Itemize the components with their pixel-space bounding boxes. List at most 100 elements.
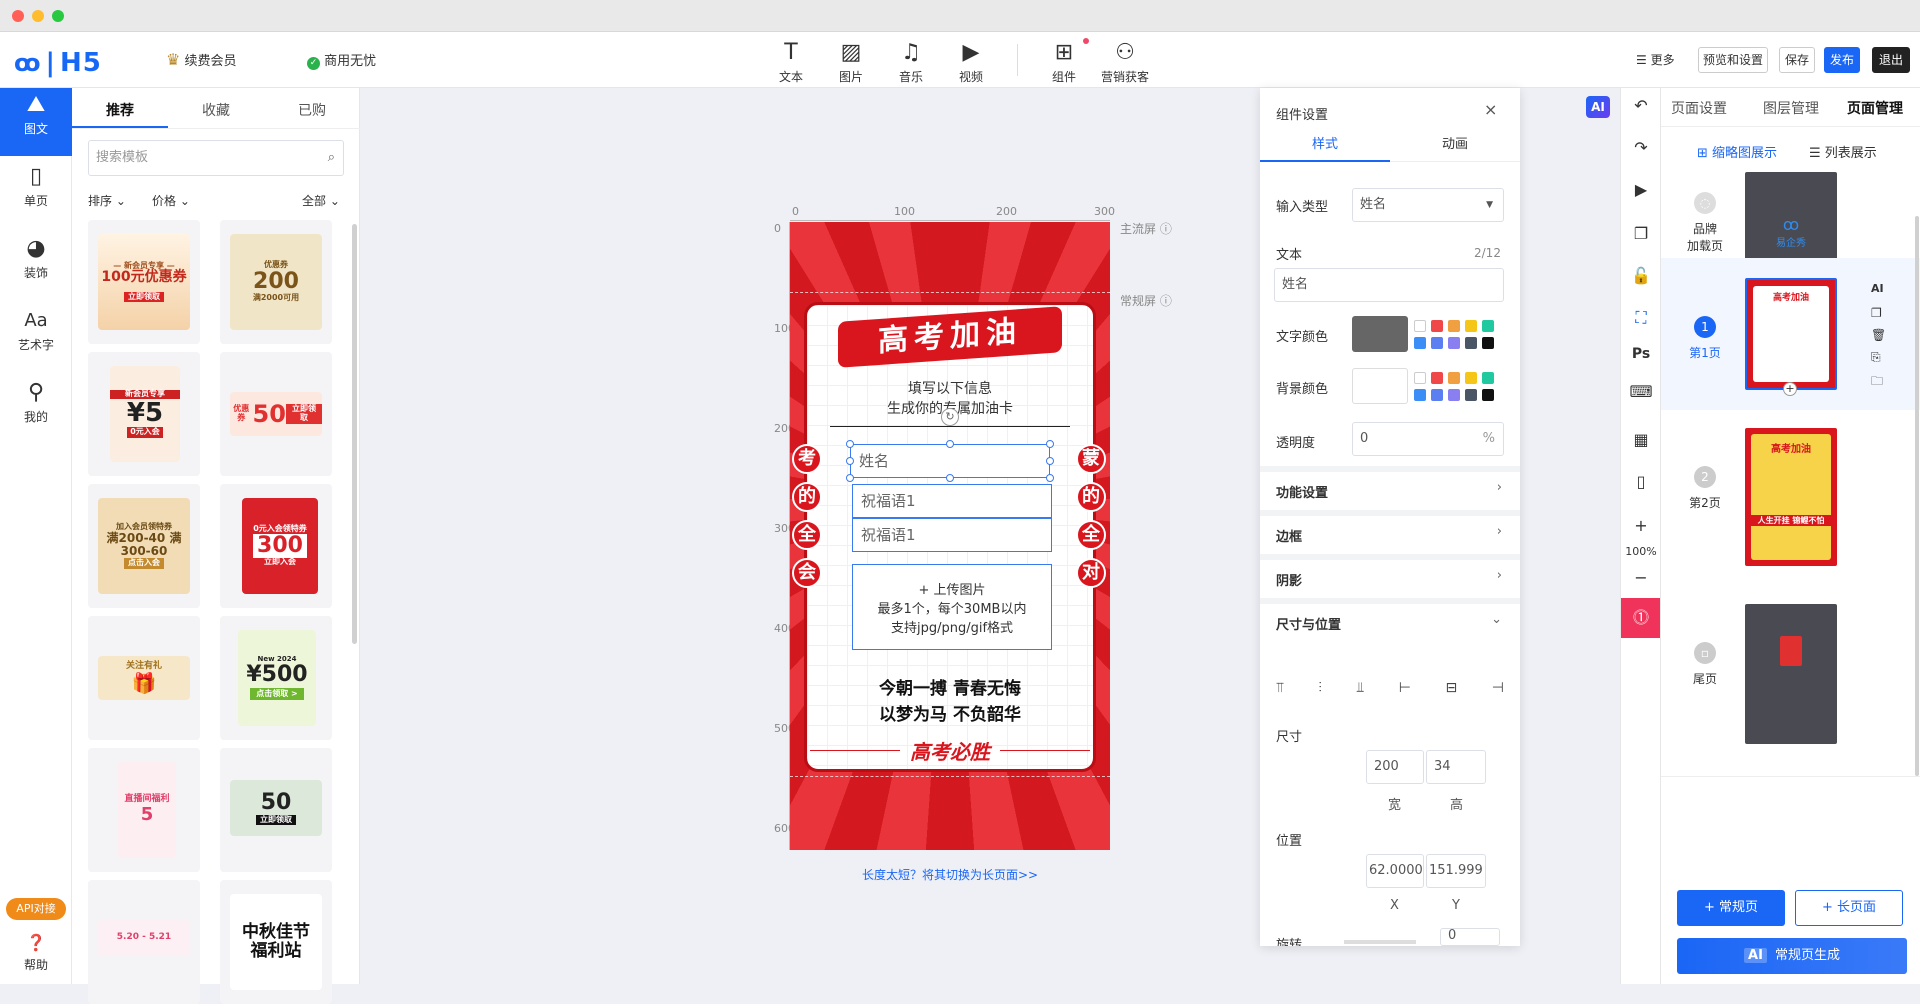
- panel-scrollbar[interactable]: [352, 224, 357, 644]
- resize-handle[interactable]: [1046, 474, 1054, 482]
- tab-page-management[interactable]: 页面管理: [1847, 98, 1903, 118]
- align-top-icon[interactable]: ⫪: [1276, 680, 1284, 696]
- page-thumb-1[interactable]: 高考加油: [1745, 278, 1837, 390]
- rotate-handle-icon[interactable]: ↻: [941, 408, 959, 426]
- poster-prompt-1[interactable]: 填写以下信息: [790, 378, 1110, 398]
- resize-handle[interactable]: [846, 474, 854, 482]
- left-vertical-text[interactable]: 考 的 全 会: [792, 444, 824, 588]
- bg-color-palette[interactable]: [1414, 372, 1502, 404]
- filter-all[interactable]: 全部 ⌄: [302, 192, 340, 209]
- template-card-11[interactable]: 5.20 - 5.21: [88, 880, 200, 1004]
- ai-generate-page-button[interactable]: AI 常规页生成: [1677, 938, 1907, 974]
- play-icon[interactable]: ▶: [1621, 176, 1661, 204]
- align-right-icon[interactable]: ⊣: [1492, 680, 1504, 696]
- color-swatch[interactable]: [1482, 389, 1494, 401]
- color-swatch[interactable]: [1414, 372, 1426, 384]
- color-swatch[interactable]: [1448, 337, 1460, 349]
- color-swatch[interactable]: [1448, 389, 1460, 401]
- api-button[interactable]: API对接: [6, 898, 66, 920]
- opacity-input[interactable]: 0%: [1352, 422, 1504, 456]
- more-menu[interactable]: ☰ 更多: [1636, 51, 1675, 68]
- resize-handle[interactable]: [946, 440, 954, 448]
- page-item-2[interactable]: 2 第2页: [1685, 466, 1725, 511]
- template-card-3[interactable]: 新会员专享 ¥5 0元入会: [88, 352, 200, 476]
- color-swatch[interactable]: [1414, 337, 1426, 349]
- pages-scrollbar[interactable]: [1915, 216, 1919, 776]
- rotate-slider[interactable]: [1344, 940, 1416, 944]
- align-left-icon[interactable]: ⊢: [1399, 680, 1411, 696]
- template-card-4[interactable]: 优惠券 50 立即领取: [220, 352, 332, 476]
- tab-animation[interactable]: 动画: [1390, 128, 1520, 162]
- color-swatch[interactable]: [1448, 372, 1460, 384]
- color-swatch[interactable]: [1465, 337, 1477, 349]
- color-swatch[interactable]: [1431, 337, 1443, 349]
- tab-layer-management[interactable]: 图层管理: [1763, 98, 1819, 118]
- nav-mine[interactable]: ⚲ 我的: [0, 376, 72, 444]
- mobile-icon[interactable]: ▯: [1621, 468, 1661, 496]
- minimize-window-button[interactable]: [32, 10, 44, 22]
- commercial-badge[interactable]: ✓ 商用无忧: [307, 50, 376, 70]
- switch-long-page-link[interactable]: 长度太短？将其切换为长页面>>: [790, 866, 1110, 883]
- tool-video[interactable]: ▶ 视频: [944, 38, 998, 85]
- help-button[interactable]: ❓ 帮助: [0, 930, 72, 980]
- page-item-end[interactable]: ▫ 尾页: [1685, 642, 1725, 687]
- ai-assistant-button[interactable]: AI: [1586, 96, 1610, 118]
- resize-handle[interactable]: [846, 457, 854, 465]
- folder-icon[interactable]: 🗀: [1871, 372, 1883, 393]
- ps-icon[interactable]: Ps: [1621, 340, 1661, 368]
- color-swatch[interactable]: [1448, 320, 1460, 332]
- width-input[interactable]: 200: [1366, 750, 1424, 784]
- close-window-button[interactable]: [12, 10, 24, 22]
- align-middle-icon[interactable]: ⫶: [1318, 680, 1322, 696]
- text-input[interactable]: 姓名: [1274, 268, 1504, 302]
- logo[interactable]: ꝏ | H5: [14, 48, 102, 78]
- color-swatch[interactable]: [1431, 320, 1443, 332]
- section-size-position[interactable]: 尺寸与位置 ⌄: [1260, 598, 1520, 640]
- tool-component[interactable]: ⊞ 组件: [1037, 38, 1091, 85]
- name-input-field[interactable]: 姓名: [850, 444, 1050, 478]
- color-swatch[interactable]: [1482, 372, 1494, 384]
- close-icon[interactable]: ×: [1484, 100, 1497, 119]
- rotate-input[interactable]: 0: [1440, 928, 1500, 946]
- resize-handle[interactable]: [1046, 440, 1054, 448]
- nav-decoration[interactable]: ◕ 装饰: [0, 232, 72, 300]
- template-search-input[interactable]: 搜索模板 ⌕: [88, 140, 344, 176]
- right-vertical-text[interactable]: 蒙 的 全 对: [1076, 444, 1108, 588]
- thumbnail-view-toggle[interactable]: ⊞ 缩略图展示: [1697, 142, 1777, 161]
- x-input[interactable]: 62.0000: [1366, 854, 1424, 888]
- resize-handle[interactable]: [946, 474, 954, 482]
- input-type-select[interactable]: 姓名 ▼: [1352, 188, 1504, 222]
- tool-image[interactable]: ▨ 图片: [824, 38, 878, 85]
- duplicate-icon[interactable]: ⎘: [1871, 350, 1881, 365]
- page-ai-icon[interactable]: AI: [1871, 282, 1884, 295]
- page-thumb-2[interactable]: 高考加油 人生开挂 锦鲤不怕: [1745, 428, 1837, 566]
- text-color-picker[interactable]: [1352, 316, 1408, 352]
- undo-icon[interactable]: ↶: [1621, 92, 1661, 120]
- zoom-out-icon[interactable]: −: [1621, 564, 1661, 592]
- tool-marketing[interactable]: ⚇ 营销获客: [1097, 38, 1153, 85]
- tab-page-settings[interactable]: 页面设置: [1671, 98, 1727, 118]
- wish-input-field-1[interactable]: 祝福语1: [852, 484, 1052, 518]
- filter-sort[interactable]: 排序 ⌄: [88, 192, 126, 209]
- template-card-5[interactable]: 加入会员领特券 满200-40 满300-60 点击入会: [88, 484, 200, 608]
- page-thumb-end[interactable]: [1745, 604, 1837, 744]
- page-item-1[interactable]: 1 第1页: [1685, 316, 1725, 361]
- text-color-palette[interactable]: [1414, 320, 1502, 352]
- template-card-6[interactable]: 0元入会领特券 300 立即入会: [220, 484, 332, 608]
- save-button[interactable]: 保存: [1779, 47, 1815, 73]
- section-function[interactable]: 功能设置 ›: [1260, 466, 1520, 508]
- color-swatch[interactable]: [1482, 337, 1494, 349]
- color-swatch[interactable]: [1465, 389, 1477, 401]
- exit-button[interactable]: 退出: [1872, 47, 1910, 73]
- screenshot-icon[interactable]: ⛶: [1621, 304, 1661, 332]
- color-swatch[interactable]: [1465, 320, 1477, 332]
- section-border[interactable]: 边框 ›: [1260, 510, 1520, 552]
- keyboard-icon[interactable]: ⌨: [1621, 378, 1661, 406]
- template-card-1[interactable]: — 新会员专享 —100元优惠券 立即领取: [88, 220, 200, 344]
- color-swatch[interactable]: [1465, 372, 1477, 384]
- zoom-in-icon[interactable]: +: [1621, 512, 1661, 540]
- resize-handle[interactable]: [846, 440, 854, 448]
- tool-text[interactable]: T 文本: [764, 38, 818, 85]
- poster-slogan-2[interactable]: 以梦为马 不负韶华: [790, 700, 1110, 725]
- copy-icon[interactable]: ❐: [1871, 306, 1882, 320]
